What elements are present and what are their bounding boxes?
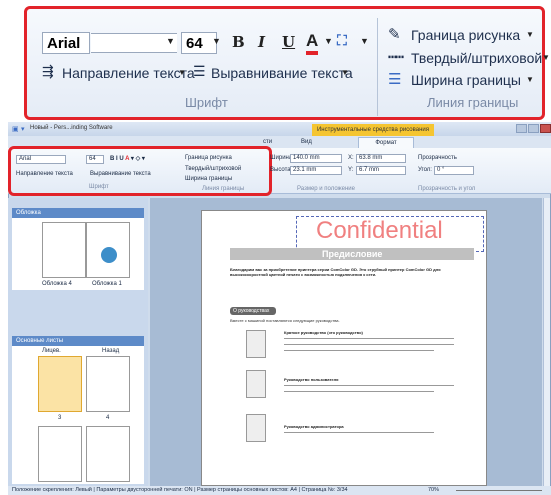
tab-format[interactable]: Формат [358,137,414,148]
line-style-dropdown-icon[interactable]: ▼ [542,53,550,62]
item1-title: Краткое руководство (это руководство) [284,330,363,335]
page3-label: 3 [58,415,62,421]
text-align-dropdown-icon[interactable]: ▼ [341,68,349,77]
font-dropdown-icon[interactable]: ▼ [166,36,175,46]
group-divider [377,18,378,116]
text-direction-dropdown-icon[interactable]: ▼ [178,68,186,77]
col-back-label: Назад [102,348,120,354]
font-name-input-ext[interactable] [91,33,177,53]
zoom-value: 70% [428,487,440,493]
text-direction-icon[interactable]: ⇶ [42,63,54,80]
line-width-button[interactable]: Ширина границы [411,72,521,88]
height-input[interactable]: 23.1 mm [290,166,342,175]
page3-thumb[interactable] [38,356,82,412]
drawing-tools-context-tab: Инструментальные средства рисования [312,124,434,136]
angle-label: Угол: [418,167,432,173]
confidential-watermark: Confidential [316,217,443,244]
ribbon-size-input[interactable]: 64 [86,155,104,164]
text-align-button[interactable]: Выравнивание текста [211,65,353,81]
line-style-button[interactable]: Твердый/штриховой [411,50,542,66]
title-bar: ▣ ▾ Новый - Pers...inding Software [8,122,551,136]
line-width-dropdown-icon[interactable]: ▼ [526,75,534,84]
ribbon-group-line: Линия границы [202,186,245,192]
underline-button[interactable]: U [282,33,295,51]
ribbon-text-align[interactable]: Выравнивание текста [90,171,151,177]
x-input[interactable]: 63.8 mm [356,154,406,163]
border-shape-dropdown-icon[interactable]: ▼ [526,30,534,39]
save-icon[interactable]: ▾ [21,125,25,133]
doc-heading: Предисловие [322,249,383,259]
border-pencil-icon[interactable]: ✎ [388,25,401,43]
ribbon-border-shape[interactable]: Граница рисунка [185,155,232,161]
ribbon-group-font: Шрифт [89,184,109,190]
ribbon-line-style[interactable]: Твердый/штриховой [185,166,241,172]
fill-bucket-icon[interactable]: ⛶ [337,32,347,49]
pages-sidebar: Обложка Обложка 4 Обложка 1 Основные лис… [8,198,148,486]
page5-thumb[interactable] [38,426,82,482]
cover4-label: Обложка 4 [42,281,72,287]
ribbon-font-input[interactable]: Arial [16,155,66,164]
italic-button[interactable]: I [258,33,265,51]
status-text: Положение скрепления: Левый | Параметры … [12,487,348,493]
cover1-thumb[interactable] [86,222,130,278]
ribbon-group-transparency: Прозрачность и угол [418,186,476,192]
fill-dropdown-icon[interactable]: ▼ [360,36,369,46]
window-title: Новый - Pers...inding Software [30,125,113,131]
covers-header[interactable]: Обложка [12,208,144,218]
item3-title: Руководство администратора [284,424,344,429]
doc-section: О руководствах [230,307,276,315]
col-front-label: Лицев. [42,348,61,354]
transparency-button[interactable]: Прозрачность [418,155,457,161]
tab-partial[interactable]: сти [263,139,272,145]
tab-view[interactable]: Вид [301,139,312,145]
width-input[interactable]: 140.0 mm [290,154,342,163]
font-color-button[interactable]: A [306,31,319,55]
doc-section-sub: Вместе с машиной поставляются следующие … [230,318,340,323]
size-dropdown-icon[interactable]: ▼ [212,36,221,46]
y-label: Y: [348,167,354,173]
group-line-label: Линия границы [427,95,519,110]
ribbon-text-direction[interactable]: Направление текста [16,171,73,177]
close-button[interactable] [540,124,551,133]
cover4-thumb[interactable] [42,222,86,278]
maximize-button[interactable] [528,124,539,133]
group-font-label: Шрифт [185,95,228,110]
main-sheets-header[interactable]: Основные листы [12,336,144,346]
height-label: Высота: [270,167,293,173]
text-direction-button[interactable]: Направление текста [62,65,195,81]
line-width-icon[interactable]: ☰ [388,70,401,88]
main-thumbnails: Лицев. Назад 3 4 [12,346,144,484]
cover1-label: Обложка 1 [92,281,122,287]
minimize-button[interactable] [516,124,527,133]
page4-label: 4 [106,415,110,421]
manual1-image [246,330,266,358]
angle-input[interactable]: 0 ° [434,166,474,175]
status-bar: Положение скрепления: Левый | Параметры … [8,486,551,495]
manual3-image [246,414,266,442]
zoom-slider[interactable] [456,490,542,491]
covers-thumbnails: Обложка 4 Обложка 1 [12,218,144,290]
page6-thumb[interactable] [86,426,130,482]
ribbon-group-size: Размер и положение [297,186,355,192]
y-input[interactable]: 6.7 mm [356,166,406,175]
item2-title: Руководство пользователя [284,377,339,382]
text-align-icon[interactable]: ☰ [193,63,206,80]
font-color-dropdown-icon[interactable]: ▼ [324,36,333,46]
font-name-input[interactable]: Arial [42,32,90,54]
app-icon: ▣ [12,126,19,133]
vertical-scrollbar[interactable] [543,198,550,486]
doc-intro: Благодарим вас за приобретение принтера … [230,267,441,277]
bold-button[interactable]: B [232,33,245,51]
manual2-image [246,370,266,398]
ribbon-line-width[interactable]: Ширина границы [185,176,232,182]
dash-style-icon[interactable]: ┅┅ [388,48,404,66]
ribbon-format-buttons[interactable]: B I U A ▾ ◇ ▾ [110,155,145,162]
x-label: X: [348,155,354,161]
border-shape-button[interactable]: Граница рисунка [411,27,520,43]
page4-thumb[interactable] [86,356,130,412]
